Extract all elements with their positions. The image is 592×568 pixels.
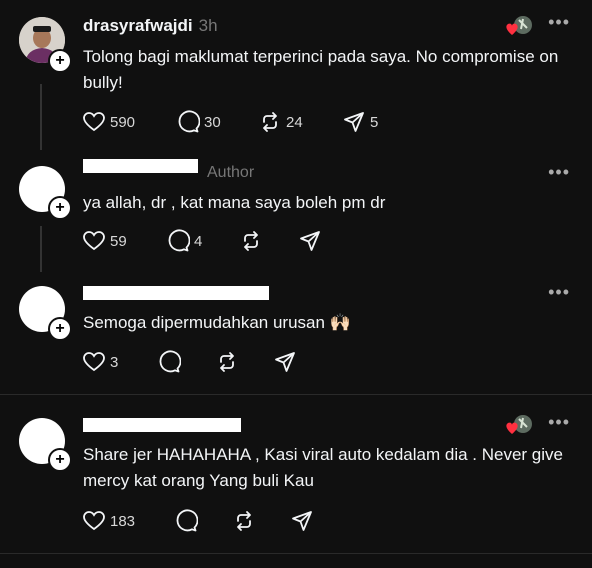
redacted-username [83,159,198,173]
send-icon [292,511,312,531]
follow-plus-icon[interactable]: + [48,317,72,341]
reply-count: 30 [204,113,221,131]
redacted-username [83,418,241,432]
reply-button[interactable] [174,509,198,533]
repost-button[interactable] [232,509,256,533]
send-icon [300,231,320,251]
follow-plus-icon[interactable]: + [48,49,72,73]
follow-plus-icon[interactable]: + [48,196,72,220]
more-options-icon[interactable]: ••• [548,162,570,183]
like-button[interactable]: 183 [82,509,135,533]
comment-icon [159,350,181,373]
send-icon [275,352,295,372]
repost-button[interactable] [239,229,263,253]
share-button[interactable] [298,229,322,253]
post-text: Semoga dipermudahkan urusan 🙌🏻 [83,313,351,332]
liked-by-author-icon [506,415,532,434]
raised-hands-emoji: 🙌🏻 [329,313,351,332]
reply-count: 4 [194,232,203,250]
repost-icon [237,511,251,531]
more-options-icon[interactable]: ••• [548,282,570,303]
post-3: + ••• Semoga dipermudahkan urusan 🙌🏻 3 [0,270,592,394]
like-button[interactable]: 59 [82,229,127,253]
reply-button[interactable]: 4 [166,229,202,253]
liked-by-author-icon [506,16,532,35]
share-button[interactable] [290,509,314,533]
heart-icon [83,511,105,531]
share-button[interactable] [273,350,297,374]
post-text: ya allah, dr , kat mana saya boleh pm dr [83,193,386,212]
comment-icon [176,509,198,532]
action-bar: 3 [82,350,302,374]
post-2: + Author ••• ya allah, dr , kat mana say… [0,150,592,272]
repost-icon [220,352,234,372]
post-divider [0,553,592,554]
redacted-username [83,286,269,300]
like-count: 59 [110,232,127,250]
action-bar: 590 30 24 5 [82,110,402,134]
like-count: 183 [110,512,136,530]
post-text: Tolong bagi maklumat terperinci pada say… [83,47,559,92]
heart-icon [83,112,105,132]
post-1: + drasyrafwajdi 3h ••• Tolong bagi maklum… [0,0,592,150]
thread-line [40,226,42,272]
reply-button[interactable]: 30 [176,110,221,134]
heart-icon [83,231,105,251]
share-count: 5 [370,113,379,131]
share-button[interactable]: 5 [342,110,378,134]
author-tag: Author [207,164,255,181]
thread-line [40,84,42,150]
more-options-icon[interactable]: ••• [548,12,570,33]
comment-icon [168,229,190,252]
repost-count: 24 [286,113,303,131]
like-button[interactable]: 3 [82,350,118,374]
action-bar: 183 [82,509,322,533]
more-options-icon[interactable]: ••• [548,412,570,433]
repost-button[interactable] [215,350,239,374]
follow-plus-icon[interactable]: + [48,448,72,472]
post-4: + ••• Share jer HAHAHAHA , Kasi viral au… [0,395,592,553]
repost-button[interactable]: 24 [258,110,303,134]
comment-icon [178,110,200,133]
repost-icon [263,112,277,132]
like-count: 3 [110,353,119,371]
heart-icon [83,352,105,372]
like-button[interactable]: 590 [82,110,135,134]
timestamp: 3h [198,16,218,35]
action-bar: 59 4 [82,229,332,253]
reply-button[interactable] [157,350,181,374]
username[interactable]: drasyrafwajdi 3h [83,16,218,36]
like-count: 590 [110,113,136,131]
repost-icon [244,231,258,251]
send-icon [344,112,364,132]
post-text: Share jer HAHAHAHA , Kasi viral auto ked… [83,445,563,490]
